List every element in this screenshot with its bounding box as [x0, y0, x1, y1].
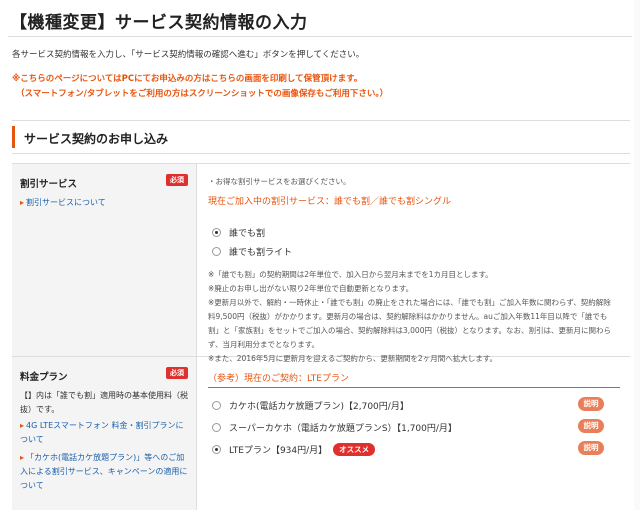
plan-option-label: カケホ(電話カケ放題プラン)【2,700円/月】 — [229, 402, 409, 412]
page-title: 【機種変更】サービス契約情報の入力 — [10, 13, 308, 33]
instruction-text: 各サービス契約情報を入力し、「サービス契約情報の確認へ進む」ボタンを押してくださ… — [12, 50, 365, 60]
radio-button[interactable] — [212, 401, 221, 410]
explain-button[interactable]: 説明 — [578, 397, 604, 411]
discount-notes: ※「誰でも割」の契約期間は2年単位で、加入日から翌月末までを1カ月目とします。 … — [208, 268, 618, 366]
link-bullet-icon: ▸ — [20, 453, 25, 462]
current-plan-reference: （参考）現在のご契約：LTEプラン — [208, 374, 349, 384]
radio-button[interactable] — [212, 228, 221, 237]
lte-plan-info-link-label: 4G LTEスマートフォン 料金・割引プランについて — [20, 421, 184, 444]
radio-button[interactable] — [212, 445, 221, 454]
print-notice: ※こちらのページについてはPCにてお申込みの方はこちらの画面を印刷して保管頂けま… — [12, 74, 363, 84]
plan-row-body: （参考）現在のご契約：LTEプラン カケホ(電話カケ放題プラン)【2,700円/… — [198, 357, 630, 510]
discount-info-link[interactable]: ▸ 割引サービスについて — [20, 196, 106, 210]
kakeho-discount-link-label: 「カケホ(電話カケ放題プラン)」等へのご加入による割引サービス、キャンペーンの適… — [20, 453, 188, 490]
service-form-table: 割引サービス 必須 ▸ 割引サービスについて ・お得な割引サービスをお選びください… — [12, 163, 630, 510]
discount-option-label: 誰でも割 — [229, 229, 266, 239]
discount-option-daredemo-lite[interactable]: 誰でも割ライト — [212, 245, 292, 258]
note-line: ※更新月以外で、解約・一時休止・「誰でも割」の廃止をされた場合には、「誰でも割」… — [208, 298, 611, 349]
discount-option-daredemo[interactable]: 誰でも割 — [212, 226, 265, 239]
plan-option-label: スーパーカケホ（電話カケ放題プランS）【1,700円/月】 — [229, 424, 457, 434]
section-title: サービス契約のお申し込み — [24, 132, 169, 146]
discount-field-title: 割引サービス — [20, 179, 78, 190]
discount-row: 割引サービス 必須 ▸ 割引サービスについて ・お得な割引サービスをお選びください… — [12, 164, 630, 363]
link-bullet-icon: ▸ — [20, 198, 25, 207]
plan-field-title: 料金プラン — [20, 372, 68, 383]
discount-row-body: ・お得な割引サービスをお選びください。 現在ご加入中の割引サービス：誰でも割／誰… — [198, 164, 630, 363]
radio-button[interactable] — [212, 423, 221, 432]
title-divider — [8, 36, 632, 37]
scroll-edge — [634, 0, 640, 510]
screenshot-notice: （スマートフォン/タブレットをご利用の方はスクリーンショットでの画像保存もご利用… — [16, 89, 389, 99]
explain-button[interactable]: 説明 — [578, 419, 604, 433]
section-accent-bar — [12, 126, 15, 148]
plan-option-super-kakeho[interactable]: スーパーカケホ（電話カケ放題プランS）【1,700円/月】 — [212, 421, 457, 434]
reference-divider — [208, 387, 620, 388]
note-line: ※「誰でも割」の契約期間は2年単位で、加入日から翌月末までを1カ月目とします。 — [208, 270, 493, 279]
radio-button[interactable] — [212, 247, 221, 256]
required-badge: 必須 — [166, 367, 188, 379]
plan-option-lte[interactable]: LTEプラン【934円/月】 オススメ — [212, 443, 376, 456]
plan-row-header: 料金プラン 必須 【】内は「誰でも割」適用時の基本使用料（税抜）です。 ▸ 4G … — [12, 357, 197, 510]
discount-prompt: ・お得な割引サービスをお選びください。 — [208, 177, 351, 186]
link-bullet-icon: ▸ — [20, 421, 25, 430]
explain-button[interactable]: 説明 — [578, 441, 604, 455]
section-header: サービス契約のお申し込み — [12, 120, 630, 154]
discount-row-header: 割引サービス 必須 ▸ 割引サービスについて — [12, 164, 197, 356]
lte-plan-info-link[interactable]: ▸ 4G LTEスマートフォン 料金・割引プランについて — [20, 419, 188, 447]
discount-info-link-label: 割引サービスについて — [26, 198, 106, 207]
plan-option-label: LTEプラン【934円/月】 — [229, 446, 328, 456]
plan-row: 料金プラン 必須 【】内は「誰でも割」適用時の基本使用料（税抜）です。 ▸ 4G … — [12, 357, 630, 510]
recommended-badge: オススメ — [333, 443, 376, 456]
current-discount-service: 現在ご加入中の割引サービス：誰でも割／誰でも割シングル — [208, 197, 452, 207]
plan-option-kakeho[interactable]: カケホ(電話カケ放題プラン)【2,700円/月】 — [212, 399, 409, 412]
required-badge: 必須 — [166, 174, 188, 186]
discount-option-label: 誰でも割ライト — [229, 248, 293, 258]
kakeho-discount-link[interactable]: ▸ 「カケホ(電話カケ放題プラン)」等へのご加入による割引サービス、キャンペーンの… — [20, 451, 188, 493]
plan-side-note: 【】内は「誰でも割」適用時の基本使用料（税抜）です。 — [20, 391, 188, 414]
note-line: ※廃止のお申し出がない限り2年単位で自動更新となります。 — [208, 284, 414, 293]
